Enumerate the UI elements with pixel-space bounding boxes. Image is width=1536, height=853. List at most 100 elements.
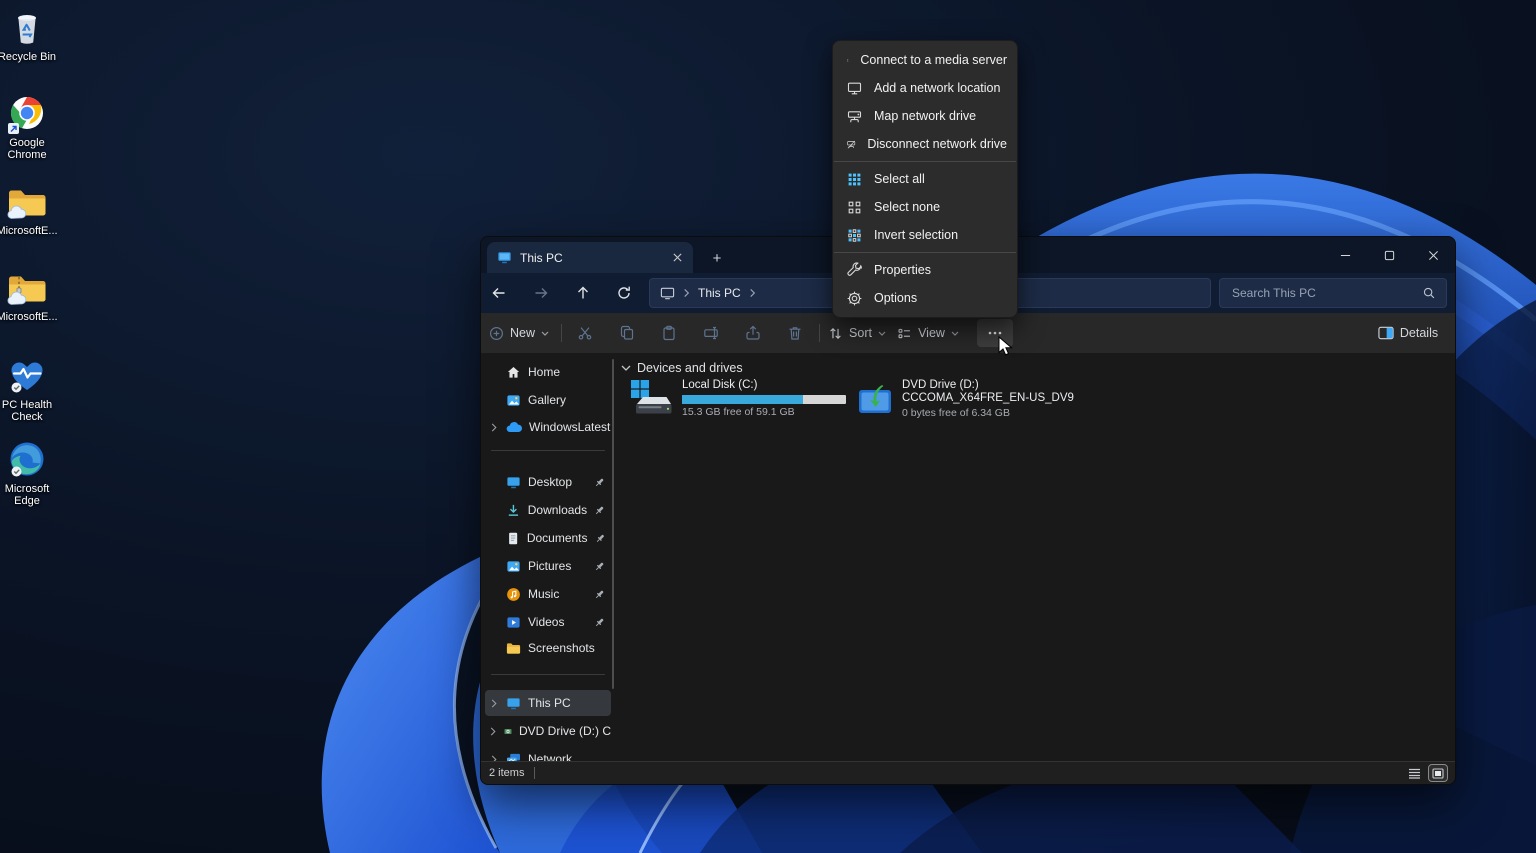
gallery-icon (507, 394, 520, 406)
sort-button[interactable]: Sort (827, 319, 887, 347)
minimize-button[interactable] (1323, 237, 1367, 273)
breadcrumb-this-pc[interactable]: This PC (698, 286, 741, 300)
new-plus-icon (489, 326, 504, 340)
desktop-icon-label: Recycle Bin (0, 51, 57, 63)
drive-tile-local-disk-c[interactable]: Local Disk (C:) 15.3 GB free of 59.1 GB (629, 379, 846, 419)
dvd-drive-media-icon (859, 385, 891, 413)
expand-chevron-icon[interactable] (490, 423, 498, 432)
desktop-icon-google-chrome[interactable]: Google Chrome (0, 94, 59, 161)
sidebar-item-downloads[interactable]: Downloads (485, 497, 611, 523)
desktop-icon-label: MicrosoftE... (0, 225, 58, 237)
desktop-icon-recycle-bin[interactable]: Recycle Bin (0, 6, 59, 63)
large-icons-view-toggle[interactable] (1428, 764, 1448, 782)
view-button[interactable]: View (895, 319, 961, 347)
view-button-label: View (918, 326, 945, 340)
file-explorer-window: This PC + This PC Search This PC New Sor… (480, 236, 1456, 785)
search-icon[interactable] (1422, 286, 1436, 300)
disk-usage-bar (682, 395, 846, 404)
close-button[interactable] (1411, 237, 1455, 273)
sidebar-item-music[interactable]: Music (485, 581, 611, 607)
sidebar-item-windowslatest[interactable]: WindowsLatest (485, 414, 611, 440)
forward-button[interactable] (527, 279, 555, 307)
folder-icon (506, 642, 521, 654)
sidebar-item-this-pc[interactable]: This PC (485, 690, 611, 716)
tab-close-icon[interactable] (672, 252, 683, 263)
back-button[interactable] (485, 279, 513, 307)
chevron-right-icon[interactable] (748, 288, 757, 298)
menu-item-connect-media-server[interactable]: Connect to a media server (833, 46, 1017, 74)
desktop-icon-pc-health-check[interactable]: PC Health Check (0, 356, 59, 423)
pin-icon (595, 478, 604, 486)
window-controls (1323, 237, 1455, 273)
menu-separator (834, 161, 1016, 162)
menu-item-options[interactable]: Options (833, 284, 1017, 312)
menu-separator (834, 252, 1016, 253)
search-box (1219, 278, 1447, 308)
menu-item-properties[interactable]: Properties (833, 256, 1017, 284)
expand-chevron-icon[interactable] (489, 727, 497, 736)
drive-name: DVD Drive (D:) (902, 379, 979, 391)
this-pc-icon (507, 697, 520, 709)
chevron-right-icon (684, 288, 690, 298)
sidebar-separator (491, 450, 605, 451)
rename-button[interactable] (693, 319, 729, 347)
menu-item-invert-selection[interactable]: Invert selection (833, 221, 1017, 249)
menu-item-disconnect-network-drive[interactable]: Disconnect network drive (833, 130, 1017, 158)
refresh-button[interactable] (610, 279, 638, 307)
paste-button[interactable] (651, 319, 687, 347)
this-pc-icon (660, 287, 675, 299)
maximize-button[interactable] (1367, 237, 1411, 273)
sidebar-item-dvd-drive[interactable]: DVD Drive (D:) C (485, 718, 611, 744)
new-button[interactable]: New (489, 319, 549, 347)
sidebar-item-screenshots[interactable]: Screenshots (485, 635, 611, 661)
window-body: Home Gallery WindowsLatest Desktop Downl… (481, 353, 1455, 761)
share-button[interactable] (735, 319, 771, 347)
network-icon (507, 753, 520, 761)
up-button[interactable] (569, 279, 597, 307)
sidebar-item-home[interactable]: Home (485, 359, 611, 385)
drive-free-space: 0 bytes free of 6.34 GB (902, 407, 1010, 419)
menu-item-map-network-drive[interactable]: Map network drive (833, 102, 1017, 130)
sidebar-item-pictures[interactable]: Pictures (485, 553, 611, 579)
sidebar-item-documents[interactable]: Documents (485, 525, 611, 551)
drive-tile-dvd-d[interactable]: DVD Drive (D:) CCCOMA_X64FRE_EN-US_DV9 0… (857, 379, 1074, 420)
see-more-button[interactable] (977, 319, 1013, 347)
details-button[interactable]: Details (1371, 319, 1445, 347)
expand-chevron-icon[interactable] (490, 699, 498, 708)
new-button-label: New (509, 326, 535, 340)
desktop-icon-microsoft-folder[interactable]: MicrosoftE... (0, 186, 59, 237)
paste-icon (663, 325, 675, 341)
sidebar-item-videos[interactable]: Videos (485, 609, 611, 635)
tab-this-pc[interactable]: This PC (487, 242, 693, 273)
desktop-icon (507, 476, 520, 488)
sidebar-scrollbar[interactable] (612, 359, 614, 689)
chevron-down-icon (878, 331, 886, 336)
cut-button[interactable] (567, 319, 603, 347)
invert-selection-icon (848, 228, 861, 242)
details-view-toggle[interactable] (1405, 765, 1423, 781)
search-input[interactable] (1230, 285, 1422, 301)
onedrive-folder-icon (7, 190, 46, 219)
documents-icon (508, 532, 517, 544)
desktop-icon-microsoft-zip-folder[interactable]: MicrosoftE... (0, 272, 59, 323)
sidebar-item-network[interactable]: Network (485, 746, 611, 761)
copy-button[interactable] (609, 319, 645, 347)
menu-item-select-all[interactable]: Select all (833, 165, 1017, 193)
properties-icon (847, 261, 862, 276)
collapse-chevron-icon[interactable] (621, 365, 631, 372)
menu-item-select-none[interactable]: Select none (833, 193, 1017, 221)
sidebar-item-gallery[interactable]: Gallery (485, 387, 611, 413)
desktop-icon-label: PC Health Check (1, 399, 53, 423)
menu-item-add-network-location[interactable]: Add a network location (833, 74, 1017, 102)
view-toggles (1405, 764, 1448, 782)
desktop-icon-label: Microsoft Edge (4, 483, 50, 507)
new-tab-button[interactable]: + (705, 246, 729, 270)
disk-usage-fill (682, 395, 804, 404)
sidebar-item-desktop[interactable]: Desktop (485, 469, 611, 495)
group-header-devices-and-drives[interactable]: Devices and drives (621, 361, 743, 375)
desktop-icon-microsoft-edge[interactable]: Microsoft Edge (0, 440, 59, 507)
pin-icon (595, 590, 604, 598)
delete-button[interactable] (777, 319, 813, 347)
desktop-icon-label: MicrosoftE... (0, 311, 58, 323)
item-count: 2 items (489, 767, 525, 779)
